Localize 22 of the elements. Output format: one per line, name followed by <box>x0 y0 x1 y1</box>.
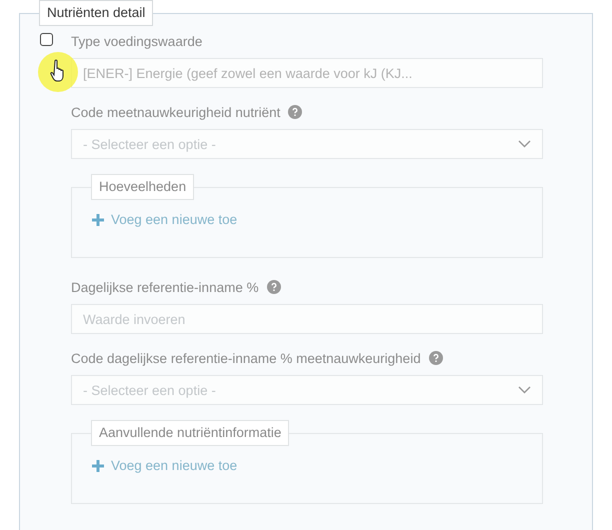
field-label: Code meetnauwkeurigheid nutriënt <box>71 104 280 120</box>
field-label: Code dagelijkse referentie-inname % meetnauwkeurigheid <box>71 350 421 366</box>
add-link[interactable]: Voeg een nieuwe toe <box>92 212 238 227</box>
panel-legend: Nutriënten detail <box>39 0 154 26</box>
select-field[interactable]: - Selecteer een optie - <box>71 375 543 405</box>
help-icon[interactable] <box>428 351 443 365</box>
input-field[interactable]: Waarde invoeren <box>71 304 543 334</box>
hand-cursor-icon <box>38 52 78 92</box>
input-field[interactable]: [ENER-] Energie (geef zowel een waarde voor kJ (KJ... <box>71 58 543 88</box>
plus-icon <box>92 214 104 226</box>
chevron-down-icon <box>518 386 531 394</box>
chevron-down-icon <box>518 140 531 148</box>
field-label: Dagelijkse referentie-inname % <box>71 280 259 294</box>
group-legend: Aanvullende nutriëntinformatie <box>91 420 290 446</box>
help-icon[interactable] <box>266 280 281 294</box>
select-field[interactable]: - Selecteer een optie - <box>71 129 543 159</box>
field-label: Type voedingswaarde <box>71 34 202 48</box>
plus-icon <box>92 460 104 472</box>
group-legend: Hoeveelheden <box>91 174 194 200</box>
add-link[interactable]: Voeg een nieuwe toe <box>92 458 238 473</box>
checkbox[interactable] <box>40 33 53 46</box>
help-icon[interactable] <box>288 105 302 119</box>
